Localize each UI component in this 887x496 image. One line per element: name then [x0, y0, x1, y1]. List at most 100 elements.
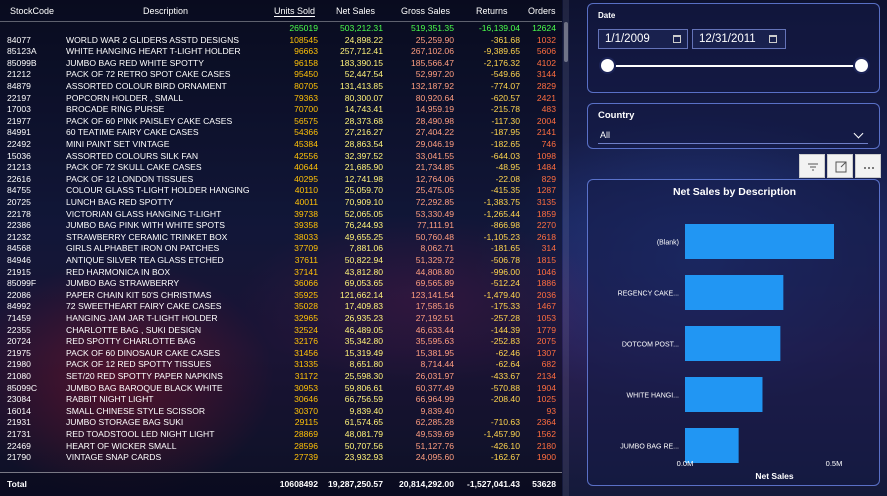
table-row[interactable]: 22492 MINI PAINT SET VINTAGE 45384 28,863.5… [0, 139, 562, 151]
table-row[interactable]: 84992 72 SWEETHEART FAIRY CAKE CASES 35028… [0, 301, 562, 313]
date-range-track[interactable] [608, 65, 861, 67]
table-row[interactable]: 22616 PACK OF 12 LONDON TISSUES 40295 12,74… [0, 174, 562, 186]
cell-orders: 1484 [536, 162, 556, 173]
cell-returns: -48.95 [495, 162, 520, 173]
table-row[interactable]: 17003 BROCADE RING PURSE 70700 14,743.41 14,… [0, 104, 562, 116]
table-row[interactable]: 22355 CHARLOTTE BAG , SUKI DESIGN 32524 46,… [0, 325, 562, 337]
table-row[interactable]: 21980 PACK OF 12 RED SPOTTY TISSUES 31335 8… [0, 359, 562, 371]
calendar-icon[interactable] [769, 35, 777, 43]
table-row[interactable]: 71459 HANGING JAM JAR T-LIGHT HOLDER 32965… [0, 313, 562, 325]
table-row[interactable]: 21975 PACK OF 60 DINOSAUR CAKE CASES 31456… [0, 348, 562, 360]
subtotal-net: 503,212.31 [339, 23, 383, 33]
cell-description: 60 TEATIME FAIRY CAKE CASES [66, 127, 199, 138]
scrollbar-thumb[interactable] [564, 22, 568, 62]
table-row[interactable]: 21790 VINTAGE SNAP CARDS 27739 23,932.93 24,… [0, 452, 562, 464]
cell-returns: -62.64 [495, 359, 520, 370]
cell-description: JUMBO STORAGE BAG SUKI [66, 417, 184, 428]
chart-bar[interactable] [685, 428, 739, 463]
cell-description: ASSORTED COLOUR BIRD ORNAMENT [66, 81, 227, 91]
col-header-orders[interactable]: Orders [528, 6, 556, 16]
chart-bar[interactable] [685, 224, 834, 259]
start-date-input[interactable]: 1/1/2009 [598, 29, 688, 49]
col-header-gross-sales[interactable]: Gross Sales [401, 6, 450, 16]
col-header-net-sales[interactable]: Net Sales [336, 6, 375, 16]
cell-stockcode: 85123A [7, 46, 37, 57]
table-row[interactable]: 85123A WHITE HANGING HEART T-LIGHT HOLDER… [0, 46, 562, 58]
table-row[interactable]: 21232 STRAWBERRY CERAMIC TRINKET BOX 38033… [0, 232, 562, 244]
cell-description: GIRLS ALPHABET IRON ON PATCHES [66, 243, 220, 254]
table-total-row: Total 10608492 19,287,250.57 20,814,292.… [0, 472, 562, 496]
cell-gross-sales: 26,031.97 [415, 371, 454, 381]
cell-returns: -22.08 [495, 173, 520, 184]
table-row[interactable]: 85099F JUMBO BAG STRAWBERRY 36066 69,053.65… [0, 278, 562, 290]
cell-orders: 2270 [536, 220, 556, 231]
table-row[interactable]: 22178 VICTORIAN GLASS HANGING T-LIGHT 3973… [0, 209, 562, 221]
cell-units-sold: 28869 [294, 429, 318, 439]
table-row[interactable]: 21213 PACK OF 72 SKULL CAKE CASES 40644 21,… [0, 162, 562, 174]
col-header-returns[interactable]: Returns [476, 6, 508, 16]
cell-orders: 1886 [536, 278, 556, 289]
table-row[interactable]: 16014 SMALL CHINESE STYLE SCISSOR 30370 9,8… [0, 406, 562, 418]
cell-returns: -144.39 [490, 324, 520, 335]
cell-net-sales: 26,935.23 [344, 313, 383, 323]
table-row[interactable]: 21915 RED HARMONICA IN BOX 37141 43,812.80 4… [0, 267, 562, 279]
cell-net-sales: 15,319.49 [344, 347, 383, 358]
chart-bar[interactable] [685, 377, 763, 412]
cell-stockcode: 22086 [7, 289, 31, 300]
table-row[interactable]: 21731 RED TOADSTOOL LED NIGHT LIGHT 28869 4… [0, 429, 562, 441]
subtotal-units: 265019 [289, 23, 318, 33]
table-row[interactable]: 84946 ANTIQUE SILVER TEA GLASS ETCHED 3761… [0, 255, 562, 267]
cell-stockcode: 17003 [7, 104, 31, 115]
table-row[interactable]: 22386 JUMBO BAG PINK WITH WHITE SPOTS 3935… [0, 220, 562, 232]
cell-units-sold: 37709 [294, 243, 318, 254]
date-range-start-handle[interactable] [599, 57, 616, 74]
table-row[interactable]: 85099B JUMBO BAG RED WHITE SPOTTY 96158 183… [0, 58, 562, 70]
table-row[interactable]: 84755 COLOUR GLASS T-LIGHT HOLDER HANGING… [0, 185, 562, 197]
chart-bar[interactable] [685, 326, 781, 361]
table-row[interactable]: 21931 JUMBO STORAGE BAG SUKI 29115 61,574.6… [0, 417, 562, 429]
table-row[interactable]: 84568 GIRLS ALPHABET IRON ON PATCHES 37709… [0, 243, 562, 255]
calendar-icon[interactable] [673, 35, 681, 43]
table-row[interactable]: 20724 RED SPOTTY CHARLOTTE BAG 32176 35,342… [0, 336, 562, 348]
cell-net-sales: 49,655.25 [344, 231, 383, 242]
cell-returns: -570.88 [490, 382, 520, 393]
filter-icon[interactable] [799, 154, 825, 178]
cell-units-sold: 30370 [294, 405, 318, 416]
cell-units-sold: 80705 [294, 81, 318, 91]
table-row[interactable]: 21212 PACK OF 72 RETRO SPOT CAKE CASES 954… [0, 69, 562, 81]
chart-bar[interactable] [685, 275, 784, 310]
table-row[interactable]: 85099C JUMBO BAG BAROQUE BLACK WHITE 30953… [0, 383, 562, 395]
col-header-description[interactable]: Description [143, 6, 188, 16]
table-row[interactable]: 84077 WORLD WAR 2 GLIDERS ASSTD DESIGNS 10… [0, 35, 562, 47]
table-row[interactable]: 15036 ASSORTED COLOURS SILK FAN 42556 32,39… [0, 151, 562, 163]
table-row[interactable]: 22469 HEART OF WICKER SMALL 28596 50,707.56… [0, 441, 562, 453]
more-options-icon[interactable] [855, 154, 881, 178]
cell-net-sales: 8,651.80 [349, 359, 383, 370]
table-row[interactable]: 20725 LUNCH BAG RED SPOTTY 40011 70,909.10 7… [0, 197, 562, 209]
table-row[interactable]: 84991 60 TEATIME FAIRY CAKE CASES 54366 27,… [0, 127, 562, 139]
table-row[interactable]: 23084 RABBIT NIGHT LIGHT 30646 66,756.59 66,… [0, 394, 562, 406]
table-row[interactable]: 84879 ASSORTED COLOUR BIRD ORNAMENT 80705 1… [0, 81, 562, 93]
cell-gross-sales: 24,095.60 [415, 452, 454, 463]
col-header-stockcode[interactable]: StockCode [10, 6, 54, 16]
col-header-units-sold[interactable]: Units Sold [274, 6, 316, 17]
total-returns: -1,527,041.43 [466, 479, 520, 489]
table-row[interactable]: 21080 SET/20 RED SPOTTY PAPER NAPKINS 3117… [0, 371, 562, 383]
table-scrollbar[interactable] [563, 0, 569, 496]
table-row[interactable]: 22086 PAPER CHAIN KIT 50'S CHRISTMAS 35925… [0, 290, 562, 302]
sales-table[interactable]: StockCode Description Units Sold Net Sal… [0, 0, 562, 496]
table-row[interactable]: 22197 POPCORN HOLDER , SMALL 79363 80,300.0… [0, 93, 562, 105]
cell-description: MINI PAINT SET VINTAGE [66, 139, 170, 149]
total-units: 10608492 [279, 479, 318, 489]
cell-net-sales: 12,741.98 [344, 173, 383, 184]
table-row[interactable]: 21977 PACK OF 60 PINK PAISLEY CAKE CASES 5… [0, 116, 562, 128]
cell-description: RABBIT NIGHT LIGHT [66, 394, 154, 405]
date-range-end-handle[interactable] [853, 57, 870, 74]
net-sales-chart[interactable]: Net Sales by Description (Blank) REGENCY … [587, 179, 880, 486]
chevron-down-icon [853, 128, 864, 139]
cell-net-sales: 21,685.90 [344, 162, 383, 173]
end-date-input[interactable]: 12/31/2011 [692, 29, 786, 49]
focus-mode-icon[interactable] [827, 154, 853, 178]
country-dropdown[interactable]: All [598, 126, 868, 144]
cell-description: PACK OF 12 RED SPOTTY TISSUES [66, 359, 212, 370]
